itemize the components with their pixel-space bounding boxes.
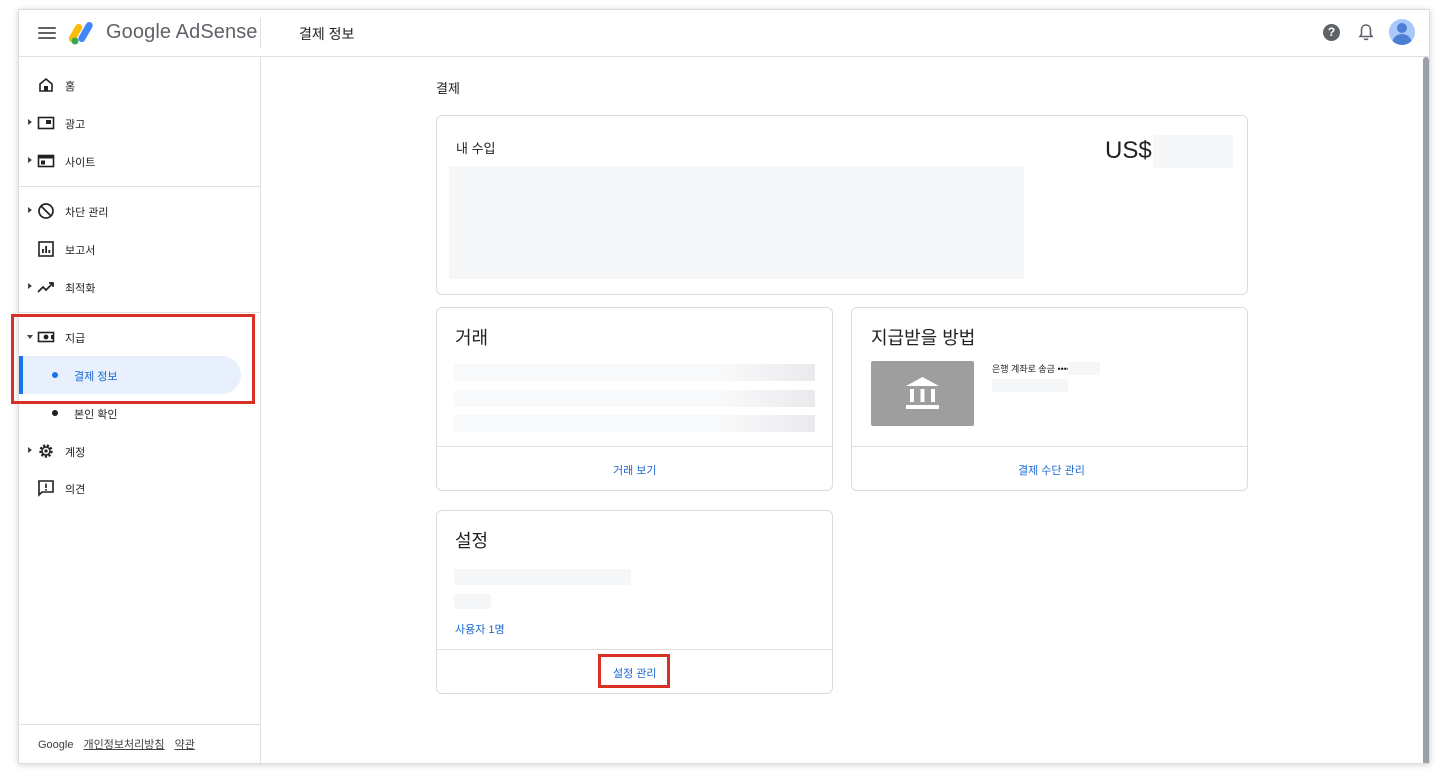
top-app-bar: Google AdSense 결제 정보 ? [19,10,1429,57]
sidebar-divider [19,724,261,725]
sidebar-subitem-label: 본인 확인 [74,409,118,421]
bullet-dot-icon [52,372,58,378]
expand-arrow-icon [28,207,32,213]
transactions-card-footer: 거래 보기 [437,446,832,491]
manage-payment-methods-link[interactable]: 결제 수단 관리 [1018,462,1085,478]
block-icon [38,203,54,219]
expand-arrow-icon [28,157,32,163]
sidebar-item-feedback[interactable]: 의견 [19,471,261,505]
sidebar-item-payments[interactable]: 지급 [19,320,261,354]
sidebar-item-blocking[interactable]: 차단 관리 [19,194,261,228]
earnings-chart-placeholder [449,166,1024,279]
settings-row-placeholder [454,594,491,609]
hamburger-menu-icon[interactable] [38,24,56,42]
sidebar-subitem-verification[interactable]: 본인 확인 [19,394,261,432]
earnings-card: 내 수입 US$ [436,115,1248,295]
transaction-row-placeholder [454,415,815,432]
sidebar-subitem-payment-info[interactable]: 결제 정보 [19,356,261,394]
account-avatar[interactable] [1389,19,1415,45]
help-icon[interactable]: ? [1323,24,1340,41]
bank-tile [871,361,974,426]
sidebar-item-label: 보고서 [65,245,96,257]
footer-google-label: Google [38,739,74,751]
adsense-logo-icon [69,22,93,45]
sidebar-item-ads[interactable]: 광고 [19,106,261,140]
bank-account-label: 은행 계좌로 송금 •••• [992,364,1071,374]
transaction-row-placeholder [454,390,815,407]
home-icon [39,77,53,92]
bullet-dot-icon [52,410,58,416]
transaction-row-placeholder [454,364,815,381]
active-indicator-bar [19,356,23,394]
earnings-amount-placeholder [1153,135,1233,168]
payment-method-card: 지급받을 방법 은행 계좌로 송금 •••• 결제 수단 관리 [851,307,1248,491]
payment-method-card-footer: 결제 수단 관리 [852,446,1247,491]
earnings-card-title: 내 수입 [456,141,496,156]
settings-card-footer: 설정 관리 [437,649,832,694]
expand-arrow-icon [28,119,32,125]
sidebar-item-reports[interactable]: 보고서 [19,232,261,266]
trending-up-icon [37,282,54,293]
sidebar-item-account[interactable]: 계정 [19,434,261,468]
bank-name-placeholder [992,379,1068,392]
payment-method-card-title: 지급받을 방법 [871,328,976,348]
transactions-card: 거래 거래 보기 [436,307,833,491]
settings-card-title: 설정 [455,531,489,551]
brand-title: Google AdSense [106,21,258,43]
settings-row-placeholder [454,569,631,585]
gear-icon [39,444,53,458]
sidebar-divider [19,186,261,187]
users-link[interactable]: 사용자 1명 [455,621,505,637]
sidebar-subitem-label: 결제 정보 [74,371,118,383]
topbar-divider [260,18,261,48]
sidebar-item-label: 최적화 [65,283,96,295]
collapse-arrow-icon [27,335,33,339]
sidebar-item-label: 계정 [65,447,86,459]
sidebar-item-label: 홈 [65,81,76,93]
app-window: Google AdSense 결제 정보 ? 홈 광고 사이트 차단 관리 보고… [18,9,1430,764]
terms-link[interactable]: 약관 [175,739,195,751]
settings-card: 설정 사용자 1명 설정 관리 [436,510,833,694]
expand-arrow-icon [28,283,32,289]
sidebar-footer: Google 개인정보처리방침 약관 [38,736,202,752]
vertical-scrollbar[interactable] [1423,57,1429,763]
reports-icon [38,241,54,257]
earnings-currency: US$ [1105,137,1152,164]
sidebar-nav: 홈 광고 사이트 차단 관리 보고서 최적화 지급 결제 정보 본인 확인 계정… [19,57,261,763]
manage-settings-link[interactable]: 설정 관리 [613,665,657,681]
transactions-card-title: 거래 [455,328,489,348]
bank-account-number-placeholder [1068,362,1100,375]
sidebar-item-optimization[interactable]: 최적화 [19,270,261,304]
sidebar-item-label: 지급 [65,333,86,345]
sidebar-item-sites[interactable]: 사이트 [19,144,261,178]
privacy-policy-link[interactable]: 개인정보처리방침 [84,739,165,751]
sidebar-item-label: 차단 관리 [65,207,109,219]
ads-icon [37,116,55,130]
sites-icon [37,154,55,168]
sidebar-item-label: 사이트 [65,157,96,169]
sidebar-item-home[interactable]: 홈 [19,68,261,102]
payments-icon [37,331,55,343]
feedback-icon [38,480,54,497]
sidebar-item-label: 의견 [65,484,86,496]
view-transactions-link[interactable]: 거래 보기 [613,462,657,478]
sidebar-divider [19,312,261,313]
page-title: 결제 정보 [299,26,355,42]
expand-arrow-icon [28,447,32,453]
bank-icon [906,377,939,409]
section-title: 결제 [436,81,460,96]
notifications-bell-icon[interactable] [1358,23,1374,42]
sidebar-item-label: 광고 [65,119,86,131]
